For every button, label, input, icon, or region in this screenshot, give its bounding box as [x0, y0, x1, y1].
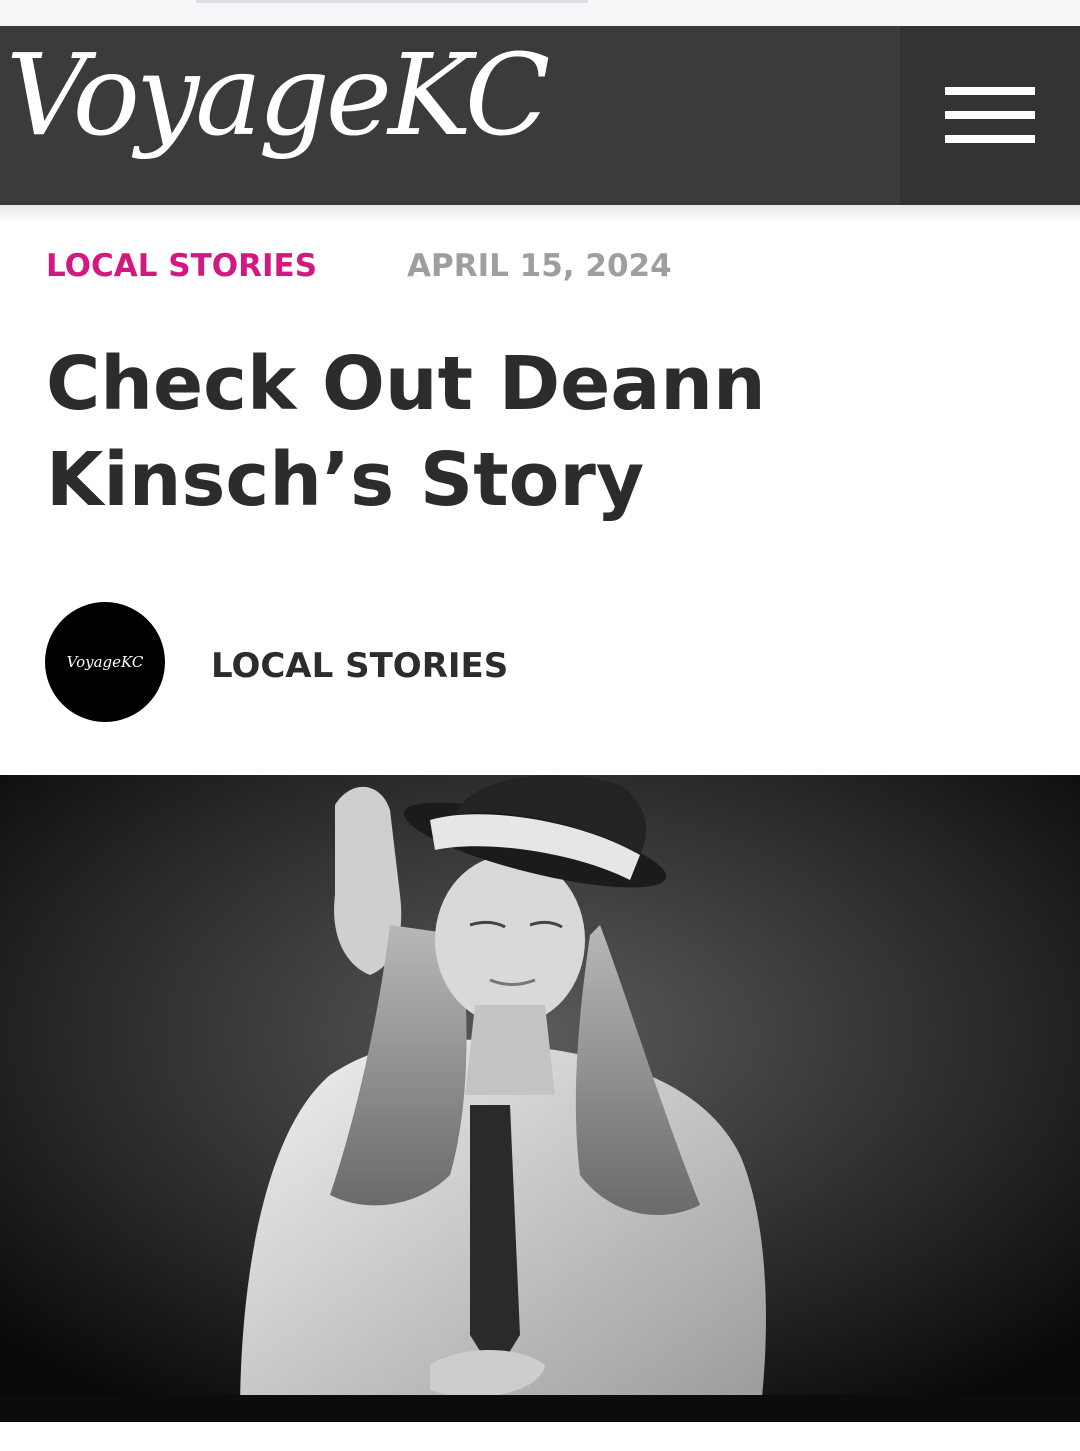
portrait-photo-illustration: [0, 775, 1080, 1422]
author-avatar[interactable]: VoyageKC: [45, 602, 165, 722]
post-date: APRIL 15, 2024: [407, 248, 672, 284]
avatar-logo-text: VoyageKC: [66, 653, 144, 671]
category-link[interactable]: LOCAL STORIES: [46, 248, 317, 284]
author-name-link[interactable]: LOCAL STORIES: [211, 646, 508, 686]
header-shadow: [0, 205, 1080, 223]
site-logo[interactable]: VoyageKC: [6, 26, 550, 166]
article-title: Check Out Deann Kinsch’s Story: [46, 341, 766, 523]
menu-button[interactable]: [900, 26, 1080, 205]
site-header: VoyageKC: [0, 26, 1080, 205]
featured-image: [0, 775, 1080, 1422]
browser-top-strip: [0, 0, 1080, 26]
address-bar-edge: [196, 0, 588, 3]
